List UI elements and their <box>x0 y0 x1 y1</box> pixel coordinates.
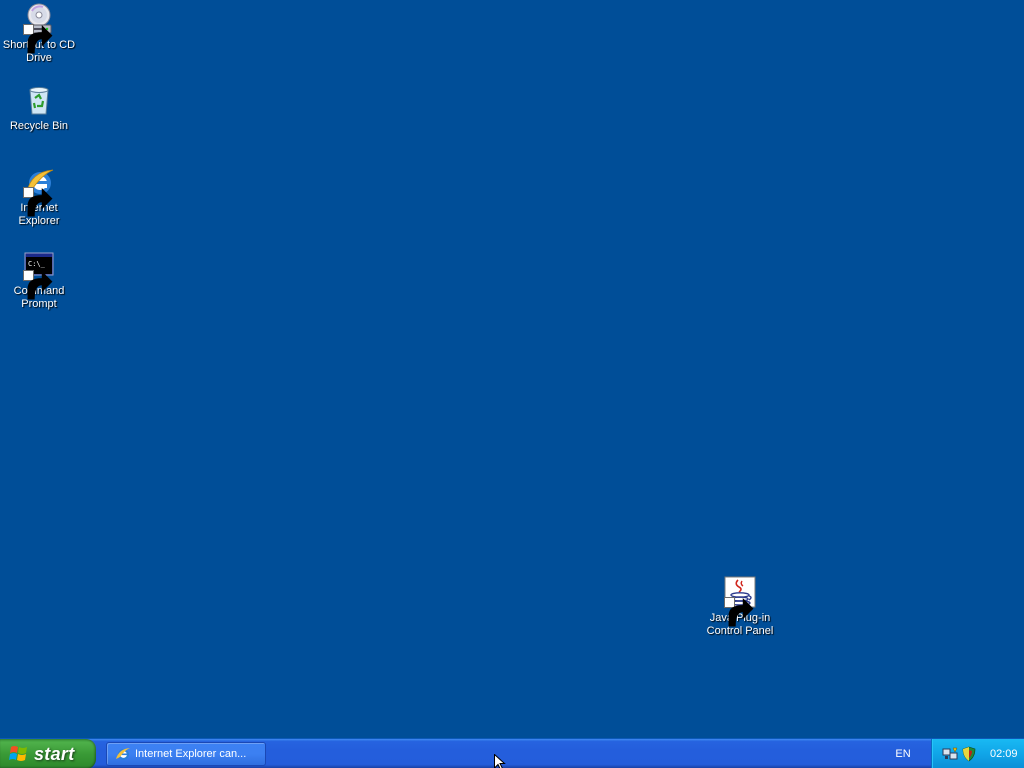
desktop-icon-command-prompt[interactable]: C:\_ Command Prompt <box>1 249 77 311</box>
desktop-icon-java-control-panel[interactable]: Java Plug-in Control Panel <box>702 576 778 638</box>
system-tray: 02:09 <box>931 739 1024 768</box>
cd-drive-icon <box>23 3 55 54</box>
internet-explorer-icon <box>115 746 131 762</box>
internet-explorer-icon <box>23 166 55 217</box>
shortcut-arrow-icon <box>23 270 53 300</box>
shortcut-arrow-icon <box>724 597 754 627</box>
taskbar-button-label: Internet Explorer can... <box>135 748 247 760</box>
svg-text:C:\_: C:\_ <box>28 260 46 268</box>
desktop-icon-label: Recycle Bin <box>9 120 69 132</box>
taskbar: start Internet Explorer can... EN 02:09 <box>0 738 1024 768</box>
desktop-icon-cd-drive[interactable]: Shortcut to CD Drive <box>1 3 77 65</box>
windows-logo-icon <box>9 744 29 764</box>
language-indicator[interactable]: EN <box>889 739 917 768</box>
recycle-bin-icon <box>23 84 55 116</box>
desktop-icon-recycle-bin[interactable]: Recycle Bin <box>1 84 77 133</box>
start-button[interactable]: start <box>0 739 96 768</box>
mouse-cursor-icon <box>494 754 506 768</box>
network-icon[interactable] <box>942 746 958 762</box>
command-prompt-icon: C:\_ <box>23 249 55 300</box>
java-icon <box>724 576 756 627</box>
security-shield-icon[interactable] <box>961 746 977 762</box>
clock[interactable]: 02:09 <box>990 748 1018 760</box>
desktop-icon-internet-explorer[interactable]: Internet Explorer <box>1 166 77 228</box>
start-label: start <box>34 743 75 764</box>
shortcut-arrow-icon <box>23 24 53 54</box>
shortcut-arrow-icon <box>23 187 53 217</box>
taskbar-button-internet-explorer[interactable]: Internet Explorer can... <box>106 742 266 766</box>
